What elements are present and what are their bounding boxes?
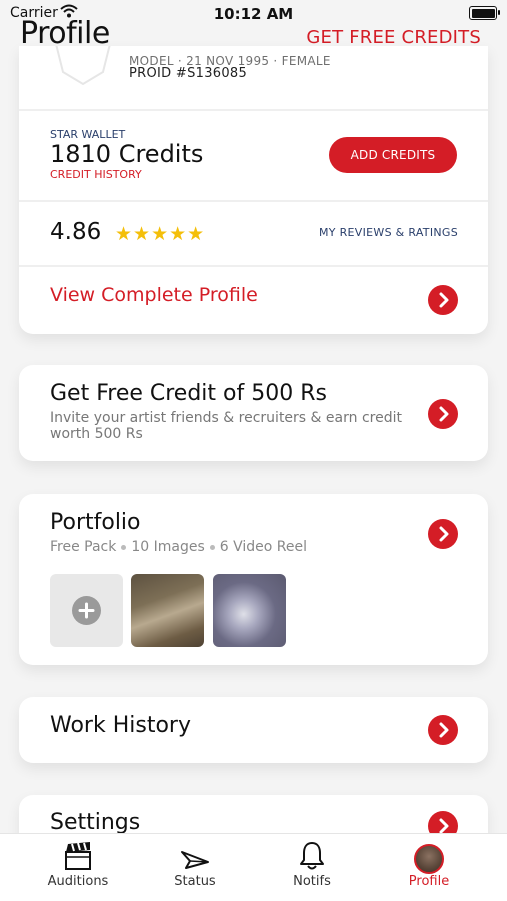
- free-credit-title: Get Free Credit of 500 Rs: [50, 381, 327, 406]
- portfolio-images-count: 10 Images: [131, 539, 205, 555]
- portfolio-thumbnail[interactable]: [213, 574, 286, 647]
- divider: [19, 200, 488, 202]
- free-credit-card[interactable]: Get Free Credit of 500 Rs Invite your ar…: [19, 365, 488, 461]
- settings-title: Settings: [50, 810, 141, 835]
- tab-status[interactable]: Status: [145, 840, 245, 889]
- credits-balance: 1810 Credits: [50, 140, 204, 168]
- profile-card: MODEL · 21 NOV 1995 · FEMALE PROID #S136…: [19, 46, 488, 334]
- divider: [19, 265, 488, 267]
- portfolio-videos-count: 6 Video Reel: [219, 539, 308, 555]
- tab-auditions[interactable]: Auditions: [28, 840, 128, 889]
- credit-history-link[interactable]: CREDIT HISTORY: [50, 168, 142, 181]
- chevron-right-icon[interactable]: [428, 285, 458, 315]
- tab-notifs[interactable]: Notifs: [262, 840, 362, 889]
- portfolio-meta: Free Pack 10 Images 6 Video Reel: [50, 539, 307, 555]
- plus-icon: [72, 596, 101, 625]
- reviews-ratings-link[interactable]: MY REVIEWS & RATINGS: [319, 226, 458, 239]
- tab-profile[interactable]: Profile: [379, 840, 479, 889]
- profile-avatar-hexagon[interactable]: [43, 46, 123, 88]
- tab-bar: Auditions Status Notifs Profile: [0, 833, 507, 901]
- rating-stars: ★★★★★: [115, 223, 206, 245]
- bell-icon: [300, 842, 324, 870]
- separator-dot: [121, 544, 127, 550]
- work-history-card[interactable]: Work History: [19, 697, 488, 763]
- chevron-right-icon[interactable]: [428, 399, 458, 429]
- portfolio-card[interactable]: Portfolio Free Pack 10 Images 6 Video Reel: [19, 494, 488, 665]
- portfolio-title: Portfolio: [50, 510, 141, 535]
- portfolio-thumbnail[interactable]: [131, 574, 204, 647]
- clapperboard-icon: [65, 842, 91, 870]
- view-complete-profile-link[interactable]: View Complete Profile: [50, 284, 258, 306]
- send-icon: [181, 851, 209, 869]
- get-free-credits-button[interactable]: GET FREE CREDITS: [306, 27, 481, 48]
- avatar: [414, 844, 444, 874]
- free-credit-subtitle: Invite your artist friends & recruiters …: [50, 410, 402, 442]
- tab-label: Status: [174, 874, 216, 889]
- rating-value: 4.86: [50, 219, 102, 245]
- portfolio-pack: Free Pack: [50, 539, 117, 555]
- chevron-right-icon[interactable]: [428, 715, 458, 745]
- separator-dot: [209, 544, 215, 550]
- work-history-title: Work History: [50, 713, 191, 738]
- add-credits-button[interactable]: ADD CREDITS: [329, 137, 457, 173]
- chevron-right-icon[interactable]: [428, 519, 458, 549]
- tab-label: Auditions: [47, 874, 109, 889]
- tab-label: Profile: [408, 874, 450, 889]
- profile-id: PROID #S136085: [129, 66, 248, 81]
- divider: [19, 109, 488, 111]
- add-media-button[interactable]: [50, 574, 123, 647]
- tab-label: Notifs: [293, 874, 331, 889]
